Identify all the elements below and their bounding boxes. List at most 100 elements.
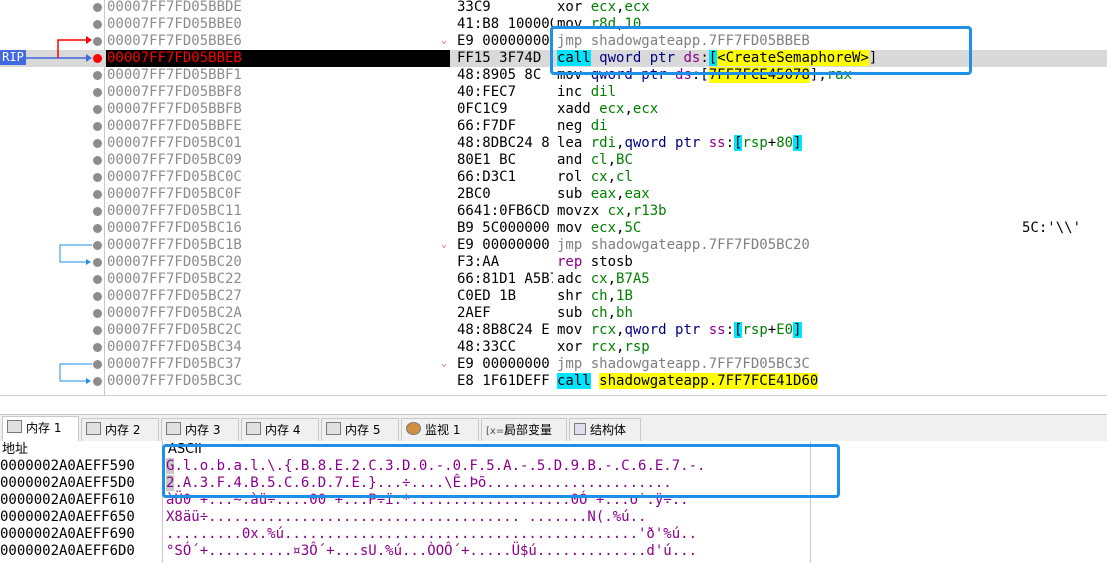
fold-chevron-icon[interactable]: ⌄ [441, 355, 447, 372]
disasm-row[interactable]: 00007FF7FD05BC0C 66:D3C1 rol cx,cl [0, 169, 1107, 186]
disasm-row[interactable]: 00007FF7FD05BC37 ⌄ E9 00000000 jmp shadowga… [0, 356, 1107, 373]
instruction-token: call [557, 373, 591, 389]
instruction-bytes: F3:AA [457, 254, 500, 270]
instruction-token: ecx [590, 0, 617, 15]
instruction-token: cx [590, 169, 608, 185]
instruction-token: rcx [590, 339, 617, 355]
instruction-token: , [607, 288, 617, 304]
instruction-text: neg di [557, 118, 608, 135]
highlight-string-box [162, 444, 840, 498]
instruction-token: ptr [675, 135, 709, 151]
instruction-bytes: 33C9 [457, 0, 491, 15]
instruction-token: stosb [590, 254, 633, 270]
instruction-token: cl [590, 152, 608, 168]
instruction-bytes: E8 1F61DEFF [457, 373, 550, 389]
dump-ascii: °SÓ´+..........¤3Ô´+...sU.%ú...ÒOÔ´+....… [166, 543, 698, 559]
tab-label: 内存 5 [345, 423, 381, 437]
tab-watch-6[interactable]: 监视 1 [401, 418, 479, 441]
instruction-token: , [607, 305, 617, 321]
instruction-bytes: E9 00000000 [457, 237, 550, 253]
instruction-token: , [624, 101, 633, 117]
instruction-token: shr [557, 288, 591, 304]
instruction-text: xadd ecx,ecx [557, 101, 658, 118]
instruction-address: 00007FF7FD05BC20 [107, 254, 242, 270]
instruction-token: mov [557, 220, 591, 236]
instruction-text: mov ecx,5C [557, 220, 641, 237]
disasm-row[interactable]: 00007FF7FD05BC27 C0ED 1B shr ch,1B [0, 288, 1107, 305]
dump-address: 0000002A0AEFF690 [0, 526, 135, 542]
instruction-token: ecx [624, 0, 650, 15]
instruction-text: inc dil [557, 84, 616, 101]
instruction-bytes: 0FC1C9 [457, 101, 508, 117]
instruction-bytes: 40:FEC7 [457, 84, 517, 100]
memory-icon [326, 422, 341, 435]
instruction-address: 00007FF7FD05BBFE [107, 118, 242, 134]
instruction-token: di [590, 118, 608, 134]
disasm-row[interactable]: 00007FF7FD05BC0F 2BC0 sub eax,eax [0, 186, 1107, 203]
instruction-token: rol [557, 169, 591, 185]
instruction-token: r13b [632, 203, 667, 219]
tab-label: 局部变量 [504, 423, 553, 437]
instruction-address: 00007FF7FD05BC22 [107, 271, 242, 287]
disasm-row[interactable]: 00007FF7FD05BC20 F3:AA rep stosb [0, 254, 1107, 271]
dump-row[interactable]: 0000002A0AEFF690 .........0x.%ú..........… [0, 526, 1107, 543]
instruction-text: movzx cx,r13b [557, 203, 667, 220]
instruction-token: xor [557, 0, 591, 15]
memory-icon [166, 422, 181, 435]
instruction-token: 80 [776, 135, 794, 151]
instruction-text: sub ch,bh [557, 305, 633, 322]
disasm-row[interactable]: 00007FF7FD05BC2A 2AEF sub ch,bh [0, 305, 1107, 322]
instruction-text: jmp shadowgateapp.7FF7FD05BC3C [557, 356, 810, 373]
tab-struct-8[interactable]: 结构体 [569, 418, 641, 441]
memory-icon [7, 420, 22, 433]
tab-memory-4[interactable]: 内存 4 [241, 418, 319, 441]
dump-row[interactable]: 0000002A0AEFF6D0 °SÓ´+..........¤3Ô´+...s… [0, 543, 1107, 560]
disassembly-view[interactable]: 00007FF7FD05BBDE 33C9 xor ecx,ecx 00007FF7F… [0, 0, 1107, 396]
instruction-address: 00007FF7FD05BC27 [107, 288, 242, 304]
memory-dump-view[interactable]: 地址 ASCII 0000002A0AEFF590 G.l.o.b.a.l.\.{… [0, 441, 1107, 563]
dump-row[interactable]: 0000002A0AEFF650 X8äü÷...................… [0, 509, 1107, 526]
disasm-row[interactable]: 00007FF7FD05BC22 66:81D1 A5B7 adc cx,B7A5 [0, 271, 1107, 288]
disasm-row[interactable]: 00007FF7FD05BC16 B9 5C000000 mov ecx,5C 5C:… [0, 220, 1107, 237]
tab-label: 内存 2 [105, 423, 141, 437]
disasm-row[interactable]: 00007FF7FD05BC3C E8 1F61DEFF call shadowga… [0, 373, 1107, 390]
tab-memory-1[interactable]: 内存 1 [2, 416, 79, 442]
instruction-bytes: C0ED 1B [457, 288, 517, 304]
disasm-row[interactable]: 00007FF7FD05BBFB 0FC1C9 xadd ecx,ecx [0, 101, 1107, 118]
instruction-bytes: 80E1 BC [457, 152, 517, 168]
struct-icon [574, 423, 586, 435]
watch-icon [406, 422, 421, 435]
instruction-bytes: 41:B8 1000000 [457, 16, 553, 32]
disasm-row[interactable]: 00007FF7FD05BBFE 66:F7DF neg di [0, 118, 1107, 135]
tab-memory-3[interactable]: 内存 3 [161, 418, 239, 441]
disasm-row[interactable]: 00007FF7FD05BBF8 40:FEC7 inc dil [0, 84, 1107, 101]
instruction-token: sub [557, 186, 591, 202]
instruction-token: : [725, 322, 735, 338]
instruction-token: ch [590, 288, 608, 304]
disasm-row[interactable]: 00007FF7FD05BC2C 48:8B8C24 E mov rcx,qword… [0, 322, 1107, 339]
column-header-address[interactable]: 地址 [2, 441, 28, 458]
instruction-token: E0 [776, 322, 794, 338]
instruction-bytes: 66:D3C1 [457, 169, 517, 185]
tab-memory-5[interactable]: 内存 5 [321, 418, 399, 441]
instruction-address: 00007FF7FD05BBE0 [107, 16, 242, 32]
disasm-row[interactable]: 00007FF7FD05BC1B ⌄ E9 00000000 jmp shadowga… [0, 237, 1107, 254]
fold-chevron-icon[interactable]: ⌄ [441, 32, 447, 49]
disasm-row[interactable]: 00007FF7FD05BC11 6641:0FB6CD movzx cx,r13b [0, 203, 1107, 220]
fold-chevron-icon[interactable]: ⌄ [441, 236, 447, 253]
instruction-token: ptr [675, 322, 709, 338]
tab-locals-7[interactable]: [x=]局部变量 [481, 418, 567, 441]
instruction-token: dil [590, 84, 617, 100]
instruction-address: 00007FF7FD05BBF1 [107, 67, 242, 83]
tab-label: 结构体 [590, 423, 627, 437]
tab-memory-2[interactable]: 内存 2 [81, 418, 159, 441]
disasm-row[interactable]: 00007FF7FD05BC09 80E1 BC and cl,BC [0, 152, 1107, 169]
disasm-row[interactable]: 00007FF7FD05BC01 48:8DBC24 8 lea rdi,qword… [0, 135, 1107, 152]
disasm-row[interactable]: 00007FF7FD05BBDE 33C9 xor ecx,ecx [0, 0, 1107, 16]
instruction-token: ss [708, 322, 726, 338]
instruction-token: eax [590, 186, 617, 202]
horizontal-scrollbar[interactable] [0, 395, 1107, 396]
instruction-token: xadd [557, 101, 600, 117]
disasm-row[interactable]: 00007FF7FD05BC34 48:33CC xor rcx,rsp [0, 339, 1107, 356]
instruction-token: ecx [599, 101, 625, 117]
